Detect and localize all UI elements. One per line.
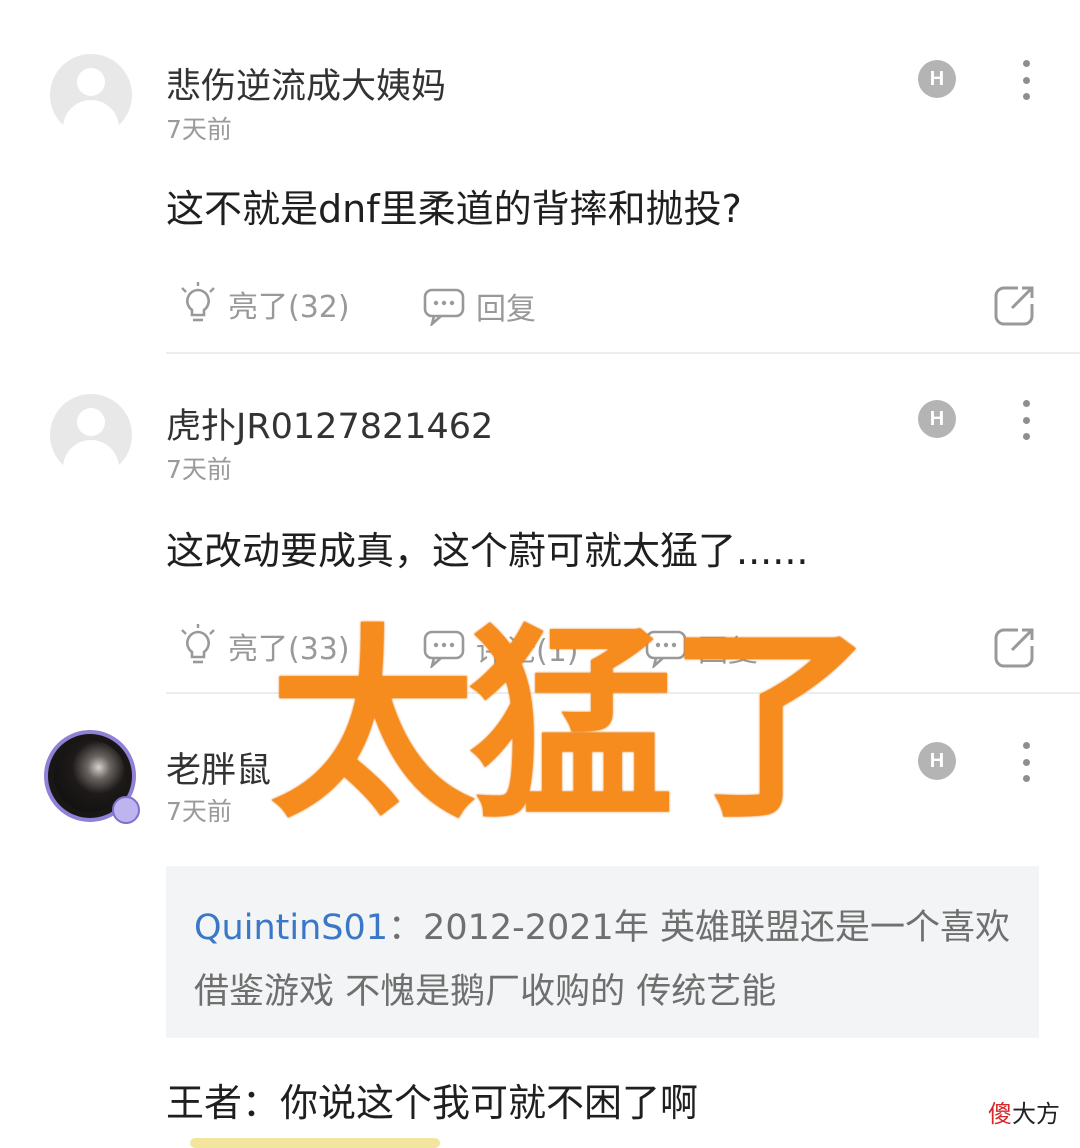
like-count: 亮了(32) [228, 290, 350, 325]
more-icon[interactable] [1012, 60, 1040, 100]
quote-separator: ： [388, 908, 424, 948]
quoted-username[interactable]: QuintinS01 [194, 908, 388, 948]
watermark: 傻大方 [988, 1100, 1060, 1128]
h-badge-icon: H [918, 742, 956, 780]
reply-label: 回复 [476, 292, 536, 327]
lightbulb-icon [181, 624, 215, 664]
overlay-caption: 太猛了 [270, 608, 873, 846]
timestamp: 7天前 [166, 115, 232, 144]
divider [166, 352, 1080, 354]
timestamp: 7天前 [166, 797, 232, 826]
h-badge-icon: H [918, 60, 956, 98]
reply-button[interactable]: 回复 [422, 284, 536, 328]
next-item-edge [190, 1138, 440, 1148]
comment-icon [423, 288, 465, 326]
more-icon[interactable] [1012, 400, 1040, 440]
comment-text: 这不就是dnf里柔道的背摔和抛投? [166, 187, 742, 231]
comment-text: 王者：你说这个我可就不困了啊 [166, 1081, 699, 1125]
avatar[interactable] [50, 54, 132, 136]
like-button[interactable]: 亮了(32) [178, 282, 350, 326]
avatar[interactable] [44, 730, 140, 824]
username[interactable]: 悲伤逆流成大姨妈 [166, 58, 446, 109]
username[interactable]: 虎扑JR0127821462 [166, 398, 493, 449]
avatar-frame-badge-icon [112, 796, 140, 824]
quoted-comment[interactable]: QuintinS01：2012-2021年 英雄联盟还是一个喜欢借鉴游戏 不愧是… [166, 866, 1039, 1038]
h-badge-icon: H [918, 400, 956, 438]
username[interactable]: 老胖鼠 [166, 742, 271, 793]
more-icon[interactable] [1012, 742, 1040, 782]
lightbulb-icon [181, 282, 215, 322]
share-icon[interactable] [994, 284, 1036, 326]
avatar[interactable] [50, 394, 132, 476]
share-icon[interactable] [994, 626, 1036, 668]
timestamp: 7天前 [166, 455, 232, 484]
